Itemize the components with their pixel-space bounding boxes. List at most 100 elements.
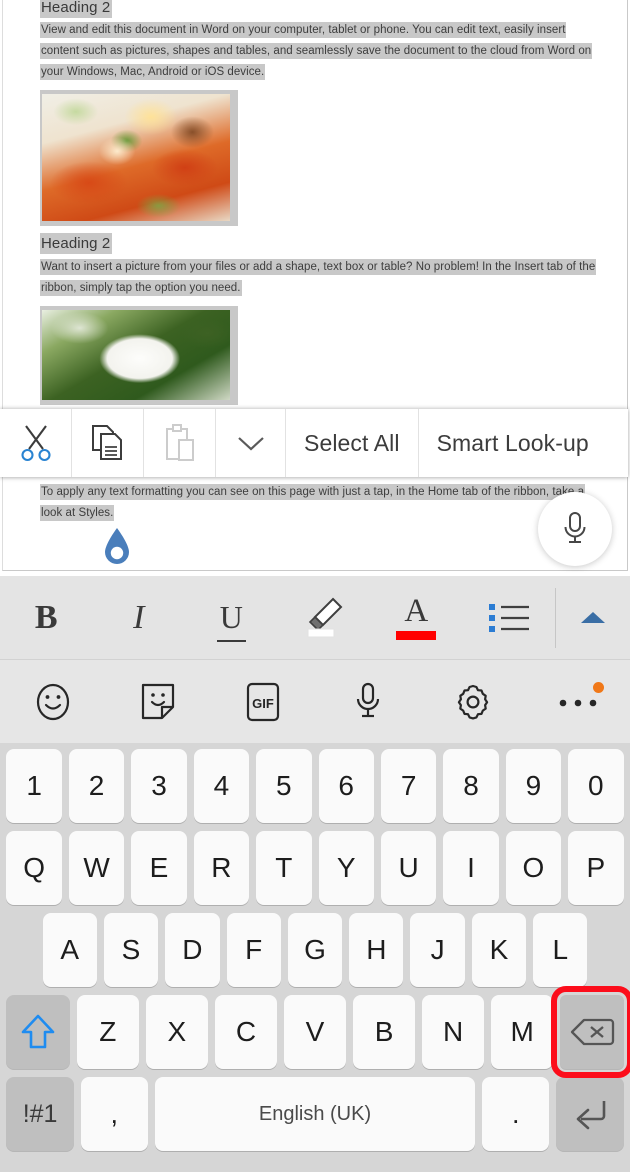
smart-lookup-label: Smart Look-up: [436, 429, 589, 456]
keyboard-row-space: !#1 , English (UK) .: [3, 1077, 627, 1151]
dictate-microphone-button[interactable]: [538, 492, 612, 566]
key-m[interactable]: M: [491, 995, 554, 1069]
sticker-button[interactable]: [105, 660, 210, 743]
key-e[interactable]: E: [131, 831, 187, 905]
keyboard-row-zxcv: Z X C V B N M: [3, 986, 630, 1078]
underline-button[interactable]: U: [185, 576, 278, 660]
italic-button[interactable]: I: [93, 576, 186, 660]
paragraph-2-text: Want to insert a picture from your files…: [40, 259, 597, 296]
document-image-1-container[interactable]: [40, 90, 238, 226]
emoji-button[interactable]: [0, 660, 105, 743]
gif-button[interactable]: GIF: [210, 660, 315, 743]
white-rice-cake-on-green-leaf-photo: [42, 310, 230, 400]
key-z[interactable]: Z: [76, 995, 139, 1069]
gear-icon: [457, 684, 488, 719]
document-image-2-container[interactable]: [40, 306, 238, 405]
copy-icon: [91, 425, 122, 460]
key-o[interactable]: O: [505, 831, 562, 905]
key-backspace[interactable]: [551, 986, 630, 1078]
key-a[interactable]: A: [42, 913, 97, 987]
paragraph-1-text: View and edit this document in Word on y…: [40, 22, 593, 80]
bullet-list-button[interactable]: [463, 576, 556, 660]
paragraph-3-text: To apply any text formatting you can see…: [40, 484, 586, 521]
key-symbols[interactable]: !#1: [6, 1077, 74, 1151]
key-comma[interactable]: ,: [80, 1077, 148, 1151]
key-shift[interactable]: [6, 995, 70, 1069]
key-y[interactable]: Y: [318, 831, 374, 905]
key-0[interactable]: 0: [568, 749, 624, 823]
context-menu-paste-button[interactable]: [144, 409, 216, 477]
highlighter-button[interactable]: [278, 576, 371, 660]
key-x[interactable]: X: [145, 995, 208, 1069]
bullet-list-icon: [488, 603, 529, 632]
context-menu-expand-button[interactable]: [216, 409, 286, 477]
font-color-button[interactable]: A: [370, 576, 463, 660]
key-u[interactable]: U: [380, 831, 437, 905]
key-6[interactable]: 6: [318, 749, 374, 823]
shift-arrow-icon: [21, 1014, 55, 1049]
key-5[interactable]: 5: [256, 749, 312, 823]
key-c[interactable]: C: [214, 995, 277, 1069]
highlighter-pen-icon: [307, 597, 343, 637]
context-menu-copy-button[interactable]: [72, 409, 144, 477]
italic-label: I: [133, 598, 145, 636]
more-options-button[interactable]: [525, 660, 630, 743]
select-all-label: Select All: [304, 429, 400, 456]
key-p[interactable]: P: [568, 831, 624, 905]
enter-return-icon: [576, 1101, 606, 1130]
key-space[interactable]: English (UK): [154, 1077, 476, 1151]
scissors-icon: [20, 425, 51, 462]
bold-button[interactable]: B: [0, 576, 93, 660]
document-paragraph-2: Want to insert a picture from your files…: [40, 257, 597, 299]
key-f[interactable]: F: [226, 913, 281, 987]
key-7[interactable]: 7: [380, 749, 437, 823]
context-menu-smart-lookup-button[interactable]: Smart Look-up: [418, 409, 607, 477]
key-enter[interactable]: [556, 1077, 624, 1151]
paste-icon: [165, 424, 194, 461]
key-q[interactable]: Q: [6, 831, 62, 905]
context-menu-select-all-button[interactable]: Select All: [286, 409, 419, 477]
water-drop-handle-icon: [105, 528, 129, 564]
key-2[interactable]: 2: [68, 749, 125, 823]
context-menu-cut-button[interactable]: [0, 409, 72, 477]
stuffed-red-peppers-photo: [42, 94, 230, 221]
key-period[interactable]: .: [482, 1077, 550, 1151]
gif-icon: GIF: [246, 682, 279, 721]
key-4[interactable]: 4: [193, 749, 250, 823]
on-screen-keyboard: 1 2 3 4 5 6 7 8 9 0 Q W E R T Y U I O P …: [0, 743, 630, 1172]
key-9[interactable]: 9: [505, 749, 562, 823]
document-paragraph-1: View and edit this document in Word on y…: [40, 20, 596, 83]
document-heading-1-wrap: Heading 2: [40, 0, 596, 18]
voice-input-button[interactable]: [315, 660, 420, 743]
key-b[interactable]: B: [353, 995, 416, 1069]
key-i[interactable]: I: [443, 831, 499, 905]
key-r[interactable]: R: [193, 831, 250, 905]
key-h[interactable]: H: [349, 913, 404, 987]
underline-label: U: [216, 599, 246, 642]
document-page[interactable]: Heading 2 View and edit this document in…: [2, 0, 628, 571]
key-d[interactable]: D: [165, 913, 220, 987]
key-j[interactable]: J: [410, 913, 465, 987]
key-w[interactable]: W: [68, 831, 125, 905]
key-t[interactable]: T: [256, 831, 312, 905]
collapse-toolbar-button[interactable]: [556, 576, 630, 660]
settings-button[interactable]: [420, 660, 525, 743]
microphone-icon: [356, 682, 379, 717]
key-8[interactable]: 8: [443, 749, 499, 823]
key-1[interactable]: 1: [6, 749, 62, 823]
document-canvas[interactable]: Heading 2 View and edit this document in…: [0, 0, 630, 573]
more-options-badge: [593, 682, 604, 693]
selection-end-handle[interactable]: [103, 528, 131, 566]
key-3[interactable]: 3: [131, 749, 187, 823]
key-k[interactable]: K: [471, 913, 527, 987]
key-s[interactable]: S: [103, 913, 159, 987]
key-n[interactable]: N: [422, 995, 485, 1069]
smiley-face-icon: [36, 683, 69, 720]
document-heading-1: Heading 2: [40, 0, 113, 18]
key-l[interactable]: L: [533, 913, 588, 987]
keyboard-row-qwerty: Q W E R T Y U I O P: [3, 831, 627, 905]
chevron-up-icon: [581, 611, 605, 623]
key-v[interactable]: V: [283, 995, 347, 1069]
key-g[interactable]: G: [287, 913, 343, 987]
keyboard-row-asdf: A S D F G H J K L: [3, 913, 627, 987]
